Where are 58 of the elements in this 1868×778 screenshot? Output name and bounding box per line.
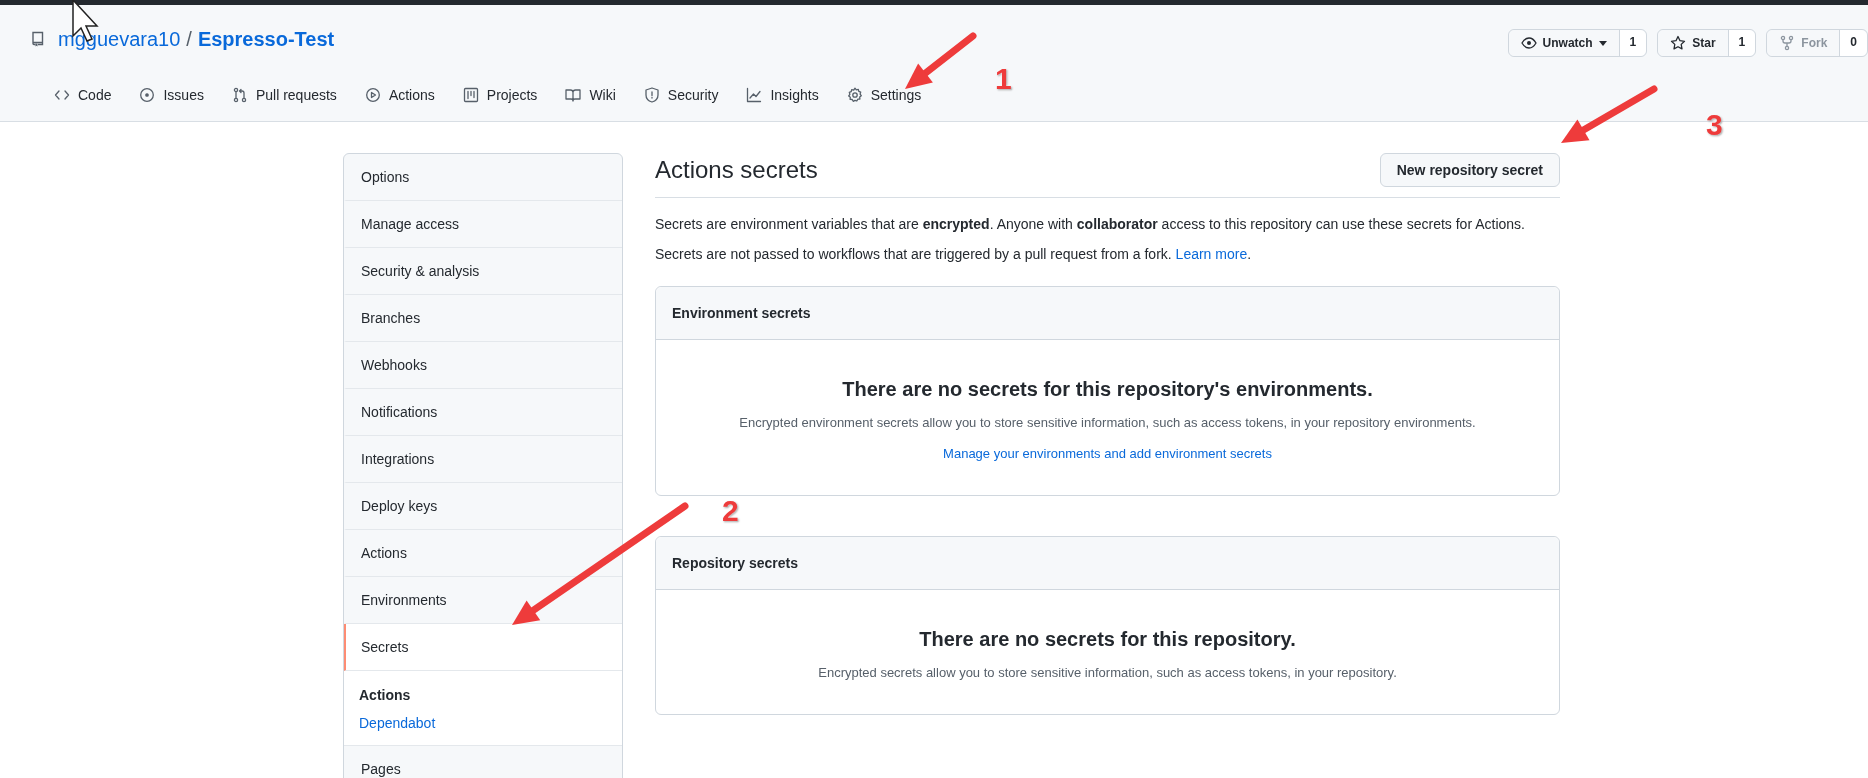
star-count[interactable]: 1 xyxy=(1728,30,1756,56)
settings-menu-item[interactable]: Webhooks xyxy=(344,342,622,389)
annotation-number: 1 xyxy=(995,64,1012,94)
watch-count[interactable]: 1 xyxy=(1619,30,1647,56)
repository-tab[interactable]: Settings xyxy=(836,81,932,109)
new-secret-button[interactable]: New repository secret xyxy=(1379,153,1560,187)
empty-state-description: Encrypted environment secrets allow you to store sensitive information, such as access tokens, in your repository environments. xyxy=(739,415,1476,430)
settings-menu-item[interactable]: Deploy keys xyxy=(344,483,622,530)
note-paragraph: Secrets are not passed to workflows that are triggered by a pull request from a fork. Learn more. xyxy=(655,246,1253,262)
repository-tab[interactable]: Code xyxy=(44,81,122,109)
eye-icon xyxy=(1520,35,1537,51)
manage-environments-link[interactable]: Manage your environments and add environment secrets xyxy=(943,446,1272,461)
panel-title: Repository secrets xyxy=(672,555,799,571)
settings-menu-item[interactable]: Security & analysis xyxy=(344,248,622,295)
line-graph-icon xyxy=(746,87,763,103)
repository-tab[interactable]: Wiki xyxy=(555,81,626,109)
fork-icon xyxy=(1779,35,1796,51)
settings-menu-item[interactable]: Secrets xyxy=(344,624,622,671)
empty-state-title: There are no secrets for this repository. xyxy=(919,628,1296,651)
annotation-number: 3 xyxy=(1706,110,1723,140)
settings-submenu-link[interactable]: Dependabot xyxy=(359,715,607,731)
empty-state-title: There are no secrets for this repository's environments. xyxy=(842,378,1373,401)
learn-more-link[interactable]: Learn more xyxy=(1175,246,1248,262)
menu-group-heading: Actions xyxy=(359,687,412,703)
settings-menu-item[interactable]: Options xyxy=(344,154,622,201)
settings-menu-item[interactable]: Integrations xyxy=(344,436,622,483)
circle-dot-icon xyxy=(139,87,156,103)
panel-title: Environment secrets xyxy=(672,305,811,321)
repository-tab[interactable]: Projects xyxy=(452,81,548,109)
repository-name-link[interactable]: Espresso-Test xyxy=(197,27,335,51)
settings-menu-item[interactable]: Manage access xyxy=(344,201,622,248)
page-heading: Actions secrets xyxy=(655,156,818,184)
play-circle-icon xyxy=(364,87,381,103)
repository-owner-link[interactable]: mgguevara10 xyxy=(58,27,181,51)
shield-icon xyxy=(643,87,660,103)
book-icon xyxy=(565,87,582,103)
project-board-icon xyxy=(462,87,479,103)
settings-menu-item[interactable]: Branches xyxy=(344,295,622,342)
repository-tab[interactable]: Actions xyxy=(354,81,445,109)
repository-icon xyxy=(30,31,46,47)
settings-menu-item[interactable]: Pages xyxy=(344,746,622,778)
path-separator: / xyxy=(186,27,192,51)
repository-tab[interactable]: Issues xyxy=(129,81,214,109)
repository-tab[interactable]: Security xyxy=(633,81,729,109)
repository-tab[interactable]: Insights xyxy=(736,81,829,109)
settings-menu-item[interactable]: Actions xyxy=(344,530,622,577)
star-button[interactable]: Star xyxy=(1658,30,1729,56)
settings-menu-item[interactable]: Notifications xyxy=(344,389,622,436)
intro-paragraph: Secrets are environment variables that are encrypted. Anyone with collaborator access to this repository can use these secrets for Actions. xyxy=(655,216,1526,232)
annotation-number: 2 xyxy=(722,496,739,526)
repository-tab[interactable]: Pull requests xyxy=(221,81,347,109)
annotation-arrow xyxy=(905,32,977,89)
pull-request-icon xyxy=(231,87,248,103)
star-icon xyxy=(1670,35,1687,51)
settings-icon xyxy=(846,87,863,103)
watch-button[interactable]: Unwatch xyxy=(1508,30,1620,56)
empty-state-description: Encrypted secrets allow you to store sensitive information, such as access tokens, in your repository. xyxy=(818,665,1397,680)
caret-icon xyxy=(1598,40,1607,46)
